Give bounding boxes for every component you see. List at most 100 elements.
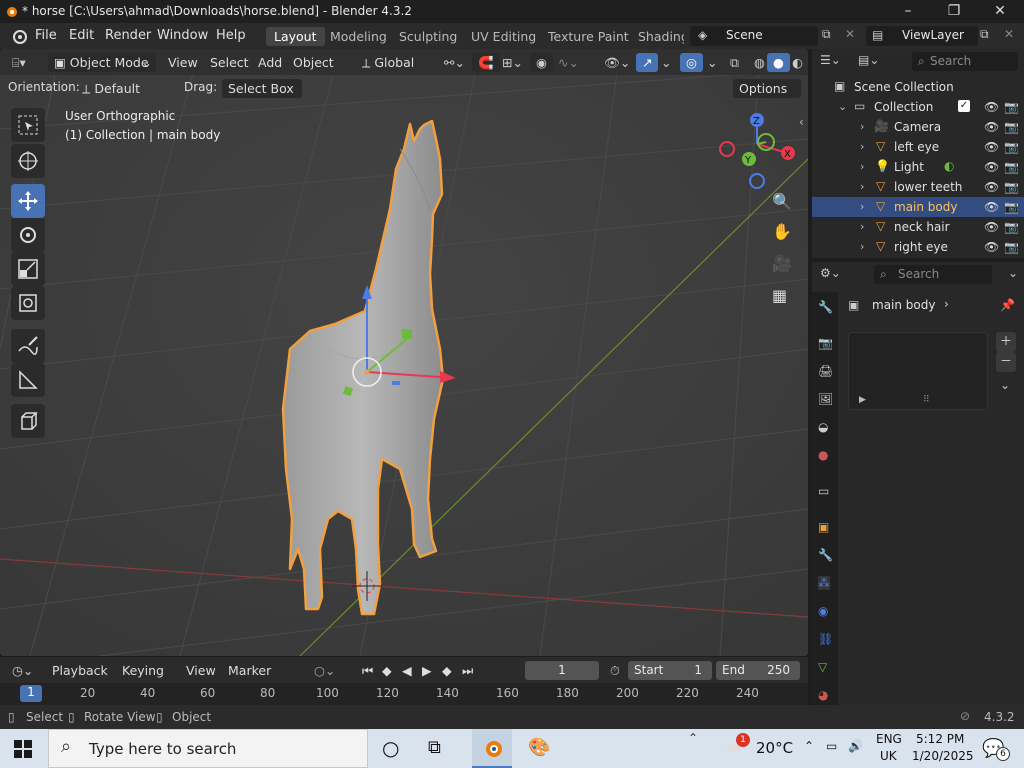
particles-tab-icon[interactable]: ⁂ xyxy=(818,576,830,590)
play-icon[interactable]: ▶ xyxy=(416,661,438,680)
preview-range-icon[interactable]: ⏱ xyxy=(604,661,626,680)
chevron-down-icon[interactable]: ⌄ xyxy=(1008,266,1018,280)
outliner-item-light[interactable]: › 💡 Light ◐ 👁 📷 xyxy=(812,157,1024,177)
render-tab-icon[interactable]: 📷 xyxy=(818,336,833,350)
camera-icon[interactable]: 📷 xyxy=(1004,100,1019,114)
physics-tab-icon[interactable]: ◉ xyxy=(818,604,828,618)
pin-icon[interactable]: 📌 xyxy=(1000,298,1015,312)
measure-tool[interactable] xyxy=(11,363,45,397)
tab-texture-paint[interactable]: Texture Paint xyxy=(540,27,637,46)
mode-dropdown[interactable]: ▣ Object Mode ⌄ xyxy=(48,53,156,72)
overlay-toggle-icon[interactable]: ◎ xyxy=(680,53,703,72)
outliner-collection[interactable]: ⌄ ▭ Collection ✓ 👁 📷 xyxy=(812,97,1024,117)
menu-file[interactable]: File xyxy=(35,28,57,43)
particle-systems-list[interactable]: ▶ ⠿ xyxy=(848,332,988,410)
data-tab-icon[interactable]: ▽ xyxy=(818,660,827,674)
drag-dropdown[interactable]: Select Box xyxy=(222,79,302,98)
outliner-scene-collection[interactable]: ▣ Scene Collection xyxy=(812,77,1024,97)
scale-tool[interactable] xyxy=(11,252,45,286)
chevron-right-icon[interactable]: › xyxy=(860,160,864,173)
display-mode-icon[interactable]: ▤⌄ xyxy=(858,53,879,67)
tab-sculpting[interactable]: Sculpting xyxy=(391,27,465,46)
tray-expand-icon[interactable]: ⌃ xyxy=(688,731,698,745)
list-expand-icon[interactable]: ▶ xyxy=(859,395,866,405)
close-icon[interactable]: ✕ xyxy=(977,0,1023,23)
camera-icon[interactable]: 📷 xyxy=(1004,220,1019,234)
tray-chevron-icon[interactable]: ⌃ xyxy=(804,739,814,753)
menu-render[interactable]: Render xyxy=(105,28,151,43)
chevron-right-icon[interactable]: › xyxy=(860,120,864,133)
chevron-down-icon[interactable]: ⌄ xyxy=(1000,378,1010,392)
modifier-tab-icon[interactable]: 🔧 xyxy=(818,548,833,562)
current-frame-field[interactable]: 1 xyxy=(525,661,599,680)
jump-end-icon[interactable]: ⏭ xyxy=(456,661,479,680)
eye-icon[interactable]: 👁 xyxy=(984,120,999,134)
camera-icon[interactable]: 📷 xyxy=(1004,140,1019,154)
menu-edit[interactable]: Edit xyxy=(69,28,94,43)
outliner-item-lower-teeth[interactable]: › ▽ lower teeth 👁 📷 xyxy=(812,177,1024,197)
prev-keyframe-icon[interactable]: ◆ xyxy=(376,661,398,680)
remove-slot-button[interactable]: － xyxy=(996,352,1016,372)
zoom-icon[interactable]: 🔍 xyxy=(772,192,800,220)
chevron-right-icon[interactable]: › xyxy=(860,180,864,193)
timeline-editor-icon[interactable]: ◷⌄ xyxy=(6,661,39,680)
volume-icon[interactable]: 🔊 xyxy=(848,739,863,753)
options-dropdown[interactable]: Options xyxy=(733,79,801,98)
play-reverse-icon[interactable]: ◀ xyxy=(396,661,418,680)
material-tab-icon[interactable]: ◕ xyxy=(818,688,828,702)
outliner-item-right-eye[interactable]: › ▽ right eye 👁 📷 xyxy=(812,237,1024,257)
camera-view-icon[interactable]: 🎥 xyxy=(772,254,800,282)
falloff-icon[interactable]: ∿⌄ xyxy=(552,53,585,72)
taskbar-blender-app[interactable] xyxy=(472,729,512,768)
timeline-ruler[interactable]: 1 20 40 60 80 100 120 140 160 180 200 22… xyxy=(0,683,808,705)
camera-icon[interactable]: 📷 xyxy=(1004,240,1019,254)
new-scene-icon[interactable]: ⧉ xyxy=(822,27,831,42)
orientation-dropdown[interactable]: ⟂ Default xyxy=(76,79,174,98)
outliner-item-left-eye[interactable]: › ▽ left eye 👁 📷 xyxy=(812,137,1024,157)
snap-target-icon[interactable]: ⊞⌄ xyxy=(496,53,529,72)
3d-viewport[interactable]: Z X Y ⌸▾ ▣ Object Mode ⌄ View Select Add… xyxy=(0,49,808,656)
eye-icon[interactable]: 👁 xyxy=(984,140,999,154)
ortho-grid-icon[interactable]: ▦ xyxy=(772,286,800,314)
transform-tool[interactable] xyxy=(11,286,45,320)
outliner-item-main-body[interactable]: › ▽ main body 👁 📷 xyxy=(812,197,1024,217)
list-resize-grip-icon[interactable]: ⠿ xyxy=(923,395,930,405)
scene-selector[interactable]: ◈ Scene xyxy=(690,26,818,46)
output-tab-icon[interactable]: 🖨 xyxy=(818,364,833,378)
proportional-edit-icon[interactable]: ◉ xyxy=(530,53,553,72)
chevron-right-icon[interactable]: › xyxy=(860,240,864,253)
xray-icon[interactable]: ⧉ xyxy=(724,53,745,72)
keying-menu[interactable]: Keying xyxy=(116,661,170,680)
eye-icon[interactable]: 👁 xyxy=(984,100,999,114)
delete-viewlayer-icon[interactable]: ✕ xyxy=(1004,27,1014,41)
tab-shading[interactable]: Shading xyxy=(630,27,684,46)
menu-object[interactable]: Object xyxy=(287,53,340,72)
playback-menu[interactable]: Playback xyxy=(46,661,114,680)
world-tab-icon[interactable]: ● xyxy=(818,448,828,462)
view-layer-tab-icon[interactable]: 🖼 xyxy=(818,392,833,406)
camera-icon[interactable]: 📷 xyxy=(1004,180,1019,194)
auto-keying-icon[interactable]: ○⌄ xyxy=(308,661,341,680)
pivot-icon[interactable]: ⚯⌄ xyxy=(438,53,471,72)
network-icon[interactable]: ▭ xyxy=(826,739,837,753)
task-view-icon[interactable]: ⧉ xyxy=(428,737,441,758)
add-cube-tool[interactable] xyxy=(11,404,45,438)
outliner-editor-icon[interactable]: ☰⌄ xyxy=(820,53,841,67)
tool-tab-icon[interactable]: 🔧 xyxy=(818,300,833,314)
marker-menu[interactable]: Marker xyxy=(222,661,277,680)
restore-icon[interactable]: ❐ xyxy=(931,0,977,23)
sidebar-toggle-icon[interactable]: ‹ xyxy=(799,115,804,129)
constraints-tab-icon[interactable]: ⛓ xyxy=(818,632,833,646)
playhead-frame[interactable]: 1 xyxy=(20,685,42,702)
eye-icon[interactable]: 👁 xyxy=(984,220,999,234)
paint-app-icon[interactable]: 🎨 xyxy=(528,737,550,758)
camera-icon[interactable]: 📷 xyxy=(1004,120,1019,134)
camera-icon[interactable]: 📷 xyxy=(1004,160,1019,174)
next-keyframe-icon[interactable]: ◆ xyxy=(436,661,458,680)
gizmo-menu-icon[interactable]: ⌄ xyxy=(655,53,677,72)
menu-window[interactable]: Window xyxy=(157,28,208,43)
properties-editor-icon[interactable]: ⚙⌄ xyxy=(820,266,841,280)
transform-orientation-dropdown[interactable]: ⟂ Global xyxy=(356,53,430,72)
tab-layout[interactable]: Layout xyxy=(266,27,325,46)
menu-view[interactable]: View xyxy=(162,53,204,72)
